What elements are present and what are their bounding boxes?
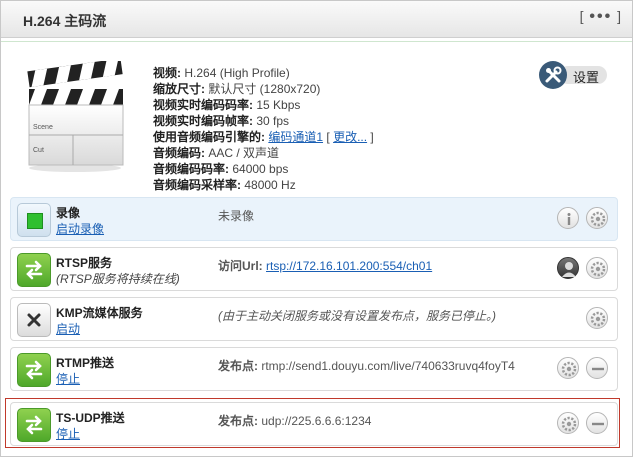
stream-panel: H.264 主码流 [ ••• ] Scene Cut 视频: H.264 (H… [0,0,633,457]
engine-channel-link[interactable]: 编码通道1 [268,130,323,144]
service-recording: 录像 启动录像 未录像 [10,197,618,241]
service-rtsp: RTSP服务 (RTSP服务将持续在线) 访问Url: rtsp://172.1… [10,247,618,291]
minus-icon[interactable] [586,357,608,379]
panel-title: H.264 主码流 [23,13,107,29]
clapperboard-icon: Scene Cut [27,61,124,172]
info-engine: 使用音频编码引擎的: 编码通道1 [ 更改... ] [153,130,374,144]
arrows-icon [17,253,51,287]
clapper-cut-text: Cut [33,147,44,154]
stop-rtmp-link[interactable]: 停止 [56,370,80,387]
service-status: 发布点: rtmp://send1.douyu.com/live/740633r… [218,359,515,373]
gear-icon[interactable] [586,257,608,279]
gear-icon[interactable] [557,357,579,379]
service-kmp: KMP流媒体服务 启动 (由于主动关闭服务或没有设置发布点，服务已停止。) [10,297,618,341]
record-icon [17,203,51,237]
info-bitrate: 视频实时编码码率: 15 Kbps [153,98,301,112]
service-status: 未录像 [218,209,255,223]
info-audio-bitrate: 音频编码码率: 64000 bps [153,162,289,176]
start-kmp-link[interactable]: 启动 [56,320,80,337]
service-status: 访问Url: rtsp://172.16.101.200:554/ch01 [218,259,433,273]
user-icon[interactable] [557,257,579,279]
info-sample-rate: 音频编码采样率: 48000 Hz [153,178,296,192]
divider [1,41,632,42]
gear-icon[interactable] [586,307,608,329]
more-button[interactable]: [ ••• ] [580,8,622,26]
engine-change-link[interactable]: 更改... [333,130,367,144]
service-status: (由于主动关闭服务或没有设置发布点，服务已停止。) [218,309,496,323]
service-name: 录像 [56,206,81,220]
service-note: (RTSP服务将持续在线) [56,272,180,286]
gear-icon[interactable] [586,207,608,229]
info-scale: 缩放尺寸: 默认尺寸 (1280x720) [153,82,321,96]
clapper-scene-text: Scene [33,124,53,131]
info-fps: 视频实时编码帧率: 30 fps [153,114,290,128]
arrows-icon [17,353,51,387]
panel-header: H.264 主码流 [ ••• ] [1,1,632,38]
start-recording-link[interactable]: 启动录像 [56,220,104,237]
info-audio: 音频编码: AAC / 双声道 [153,146,280,160]
media-info: 视频: H.264 (High Profile) 缩放尺寸: 默认尺寸 (128… [153,65,374,193]
settings-label: 设置 [573,70,600,85]
selection-highlight [5,398,620,448]
service-name: KMP流媒体服务 [56,306,143,320]
settings-button[interactable]: 设置 [539,61,611,89]
close-x-icon [17,303,51,337]
tools-icon [539,61,567,89]
rtsp-url-link[interactable]: rtsp://172.16.101.200:554/ch01 [266,259,432,273]
info-video: 视频: H.264 (High Profile) [153,66,290,80]
service-name: RTMP推送 [56,356,114,370]
service-rtmp: RTMP推送 停止 发布点: rtmp://send1.douyu.com/li… [10,347,618,391]
service-name: RTSP服务 [56,256,113,270]
info-icon[interactable] [557,207,579,229]
